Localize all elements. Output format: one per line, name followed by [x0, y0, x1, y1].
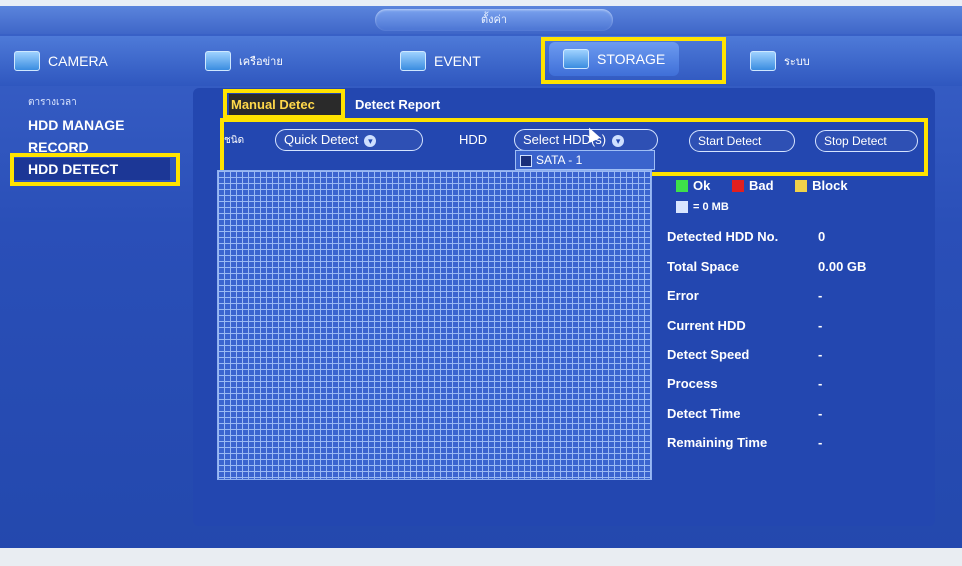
system-icon — [750, 51, 776, 71]
camera-icon — [14, 51, 40, 71]
legend: Ok Bad Block = 0 MB — [676, 178, 866, 216]
menu-camera[interactable]: CAMERA — [14, 44, 108, 78]
detected-hdd-value: 0 — [818, 229, 826, 244]
menu-network-label: เครือข่าย — [239, 56, 283, 68]
menu-event-label: EVENT — [434, 53, 481, 69]
current-hdd-value: - — [818, 318, 823, 333]
window-title: ตั้งค่า — [375, 9, 613, 31]
start-detect-button[interactable]: Start Detect — [689, 130, 795, 152]
type-select-value: Quick Detect — [284, 132, 359, 147]
menu-system-label: ระบบ — [784, 56, 810, 68]
menu-storage[interactable]: STORAGE — [549, 42, 680, 76]
legend-block: Block — [795, 178, 848, 193]
type-label: ชนิด — [224, 135, 245, 146]
sidebar: ตารางเวลา HDD MANAGE RECORD HDD DETECT — [10, 92, 190, 180]
tab-detect-report[interactable]: Detect Report — [355, 94, 440, 116]
block-swatch-icon — [795, 179, 808, 192]
menu-system[interactable]: ระบบ — [750, 44, 810, 78]
menu-storage-label: STORAGE — [597, 51, 666, 67]
menu-camera-label: CAMERA — [48, 53, 108, 69]
error-value: - — [818, 288, 823, 303]
hdd-label: HDD — [459, 132, 488, 147]
legend-bad-label: Bad — [748, 178, 774, 193]
detect-sector-grid — [217, 170, 652, 480]
size-swatch-icon — [676, 200, 688, 213]
detect-time-label: Detect Time — [667, 406, 741, 421]
bad-swatch-icon — [731, 179, 744, 192]
hdd-option-sata-1[interactable]: SATA - 1 — [536, 153, 582, 167]
type-select[interactable]: Quick Detect ▾ — [275, 129, 423, 151]
legend-size-label: = 0 MB — [693, 200, 729, 213]
legend-size: = 0 MB — [676, 200, 729, 213]
error-label: Error — [667, 288, 699, 303]
chevron-down-icon: ▾ — [364, 134, 377, 147]
legend-ok: Ok — [676, 178, 710, 193]
current-hdd-label: Current HDD — [667, 318, 746, 333]
sidebar-item-hdd-detect[interactable]: HDD DETECT — [14, 158, 170, 180]
total-space-value: 0.00 GB — [818, 259, 867, 274]
remaining-time-label: Remaining Time — [667, 435, 768, 450]
remaining-time-value: - — [818, 435, 823, 450]
sidebar-item-schedule[interactable]: ตารางเวลา — [10, 92, 190, 114]
total-space-label: Total Space — [667, 259, 740, 274]
ok-swatch-icon — [676, 179, 688, 192]
detect-speed-label: Detect Speed — [667, 347, 750, 362]
detect-time-value: - — [818, 406, 823, 421]
menu-event[interactable]: EVENT — [400, 44, 481, 78]
hdd-dropdown-list[interactable]: SATA - 1 — [515, 150, 655, 170]
menu-network[interactable]: เครือข่าย — [205, 44, 283, 78]
detect-speed-value: - — [818, 347, 823, 362]
legend-block-label: Block — [812, 178, 848, 193]
legend-bad: Bad — [731, 178, 774, 193]
process-label: Process — [667, 376, 718, 391]
network-icon — [205, 51, 231, 71]
sidebar-item-hdd-manage[interactable]: HDD MANAGE — [10, 114, 190, 136]
chevron-down-icon: ▾ — [612, 134, 625, 147]
detected-hdd-label: Detected HDD No. — [667, 229, 779, 244]
sidebar-item-record[interactable]: RECORD — [10, 136, 190, 158]
event-icon — [400, 51, 426, 71]
storage-icon — [563, 49, 589, 69]
monitor-bezel-bottom — [0, 548, 962, 566]
process-value: - — [818, 376, 823, 391]
legend-ok-label: Ok — [693, 178, 711, 193]
stop-detect-button[interactable]: Stop Detect — [815, 130, 918, 152]
main-menu-bar — [0, 36, 962, 86]
tab-manual-detect[interactable]: Manual Detec — [229, 94, 343, 116]
checkbox-icon[interactable] — [520, 154, 532, 167]
